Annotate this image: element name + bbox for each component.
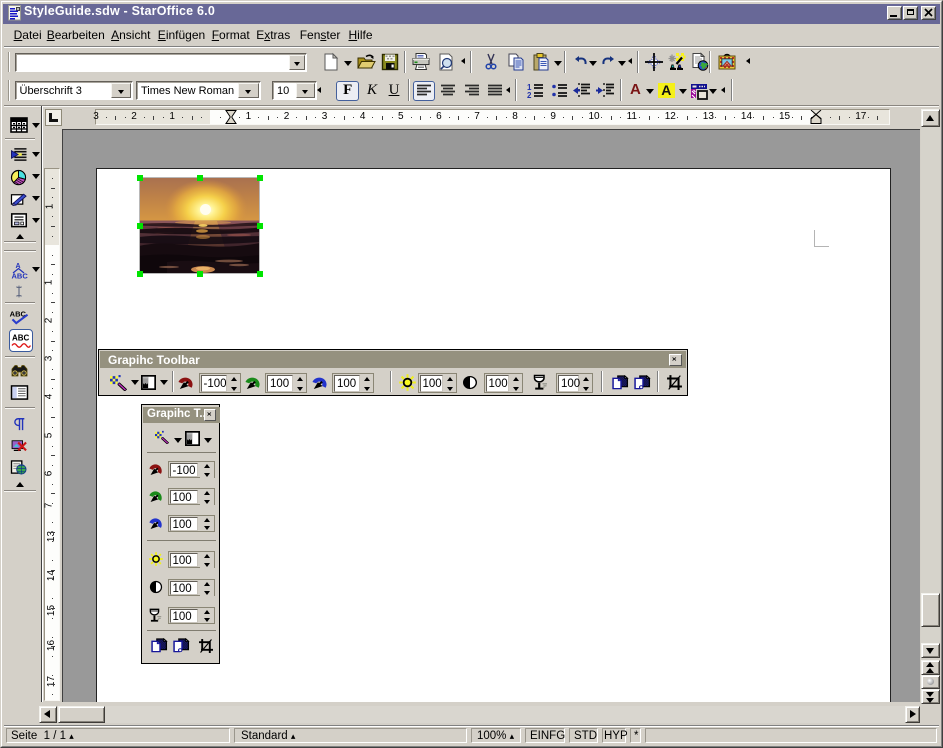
svg-text:ABC: ABC [12, 334, 30, 343]
svg-text:ABC: ABC [12, 272, 29, 280]
svg-text:2: 2 [527, 91, 532, 100]
